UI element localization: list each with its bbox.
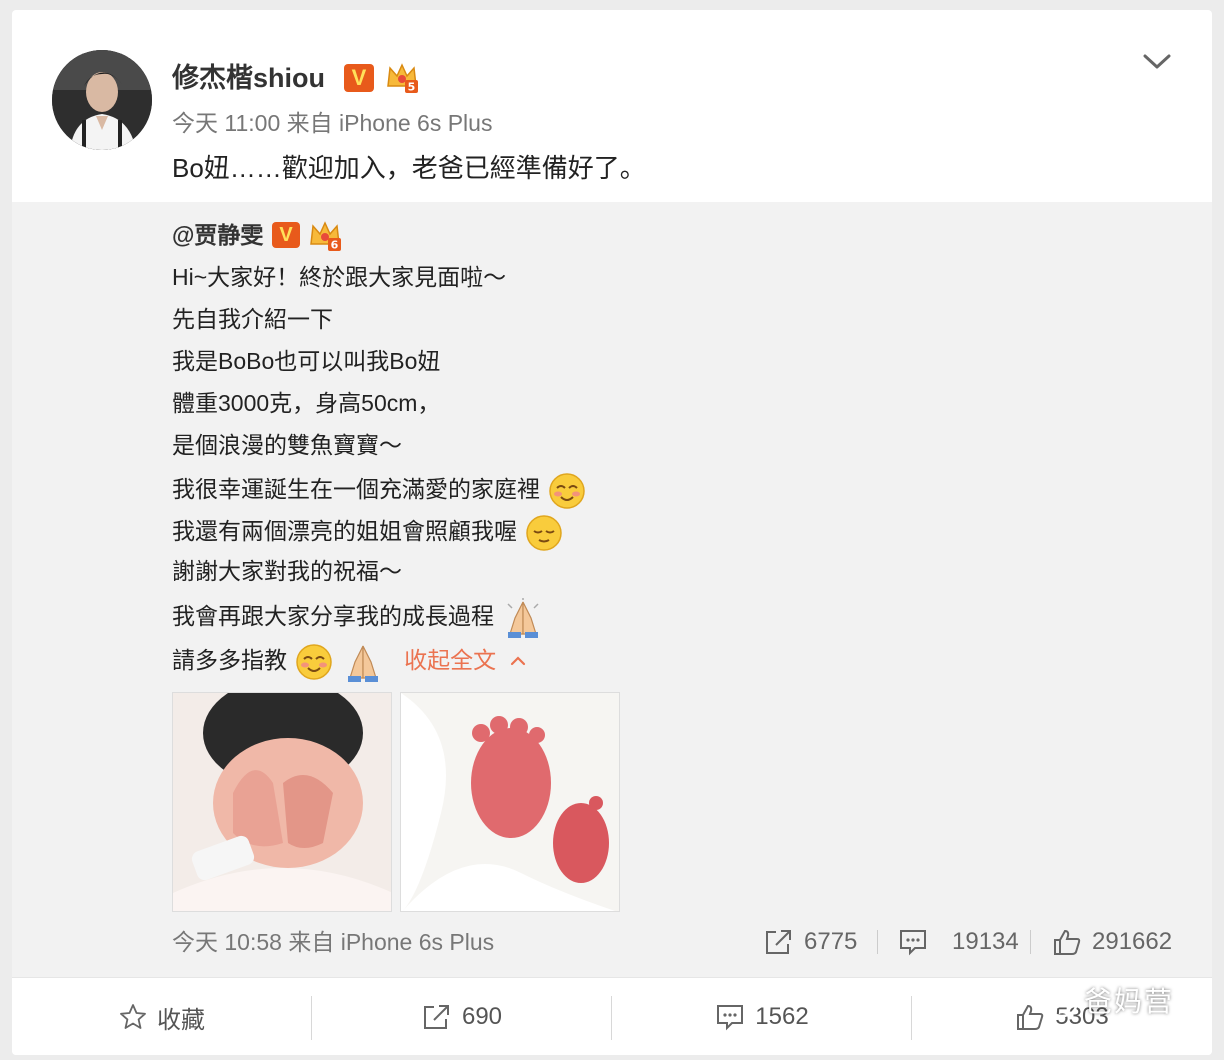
photo-baby-face[interactable] [172,692,392,912]
repost-line-10: 請多多指教 [172,647,287,674]
repost-button[interactable]: 690 [312,978,612,1055]
chevron-up-icon [510,656,525,666]
repost-line-4: 體重3000克，身高50cm， [172,390,441,416]
repost-comment-count: 19134 [952,928,1019,955]
repost-author-line: @贾静雯 [172,220,263,250]
repost-source: 来自 iPhone 6s Plus [288,929,495,955]
repost-line-2: 先自我介紹一下 [172,306,333,332]
repost-stat-comments[interactable]: 19134 [898,924,1019,960]
weibo-card: 修杰楷shiou V 5 今天 11:00 来自 iPhone 6s Plus … [12,10,1212,1055]
repost-vip-level: 6 [331,239,339,252]
repost-line-7-row: 我還有兩個漂亮的姐姐會照顧我喔 [172,514,563,552]
repost-line-7: 我還有兩個漂亮的姐姐會照顧我喔 [172,518,517,545]
photo-baby-feet[interactable] [400,692,620,912]
comment-button[interactable]: 1562 [612,978,912,1055]
repost-verified-badge: V [272,222,300,248]
wechat-icon [1031,981,1078,1018]
vip-level: 5 [408,81,416,94]
repost-vip-crown-icon: 6 [310,221,341,252]
repost-line-1: Hi~大家好！終於跟大家見面啦～ [172,264,507,290]
repost-line-9-row: 我會再跟大家分享我的成長過程 [172,598,544,638]
smiling-blush-emoji-icon [296,644,333,680]
relieved-face-emoji-icon [526,515,563,551]
repost-stat-forward[interactable]: 6775 [764,924,857,960]
author-name[interactable]: 修杰楷shiou [172,60,325,96]
repost-line-6: 我很幸運誕生在一個充滿愛的家庭裡 [172,476,540,503]
vip-crown-icon: 5 [387,63,418,94]
author-avatar[interactable] [52,50,152,150]
comment-icon [717,1005,744,1031]
share-icon [766,930,791,954]
watermark: 爸妈营 [1030,980,1174,1020]
collapse-label: 收起全文 [404,647,497,674]
folded-hands-emoji-icon [347,645,378,682]
favorite-label: 收藏 [157,1006,205,1034]
stat-divider [1030,930,1031,954]
post-meta: 今天 11:00 来自 iPhone 6s Plus [172,108,492,138]
verified-badge: V [344,64,374,92]
smiling-blush-emoji-icon [549,473,586,509]
star-icon [120,1004,146,1029]
favorite-button[interactable]: 收藏 [12,978,312,1055]
watermark-text: 爸妈营 [1084,986,1175,1017]
comment-icon [900,930,926,956]
repost-forward-count: 6775 [804,928,858,955]
collapse-full-text-link[interactable]: 收起全文 [404,647,526,673]
repost-stat-likes[interactable]: 291662 [1052,924,1172,960]
repost-line-8: 謝謝大家對我的祝福～ [172,558,402,584]
repost-line-10-row: 請多多指教 收起全文 [172,642,527,682]
thumbs-up-icon [1054,929,1081,955]
repost-count: 690 [461,1003,503,1030]
repost-line-6-row: 我很幸運誕生在一個充滿愛的家庭裡 [172,472,586,510]
reposted-weibo: @贾静雯 V 6 Hi~大家好！終於跟大家見面啦～ 先自我介紹一下 我是BoBo… [12,202,1212,977]
repost-author[interactable]: @贾静雯 [172,222,263,248]
repost-time[interactable]: 今天 10:58 [172,929,282,955]
post-source: 来自 iPhone 6s Plus [286,110,493,136]
comment-count: 1562 [755,1003,809,1030]
repost-meta: 今天 10:58 来自 iPhone 6s Plus [172,927,494,957]
share-icon [423,1005,449,1029]
stat-divider [877,930,878,954]
repost-line-9: 我會再跟大家分享我的成長過程 [172,603,494,630]
post-time[interactable]: 今天 11:00 [172,110,280,136]
post-text: Bo妞……歡迎加入，老爸已經準備好了。 [172,153,646,183]
repost-like-count: 291662 [1092,928,1173,955]
repost-line-5: 是個浪漫的雙魚寶寶～ [172,432,402,458]
repost-line-3: 我是BoBo也可以叫我Bo妞 [172,348,441,374]
folded-hands-emoji-icon [507,598,539,638]
chevron-down-icon[interactable] [1137,46,1177,76]
